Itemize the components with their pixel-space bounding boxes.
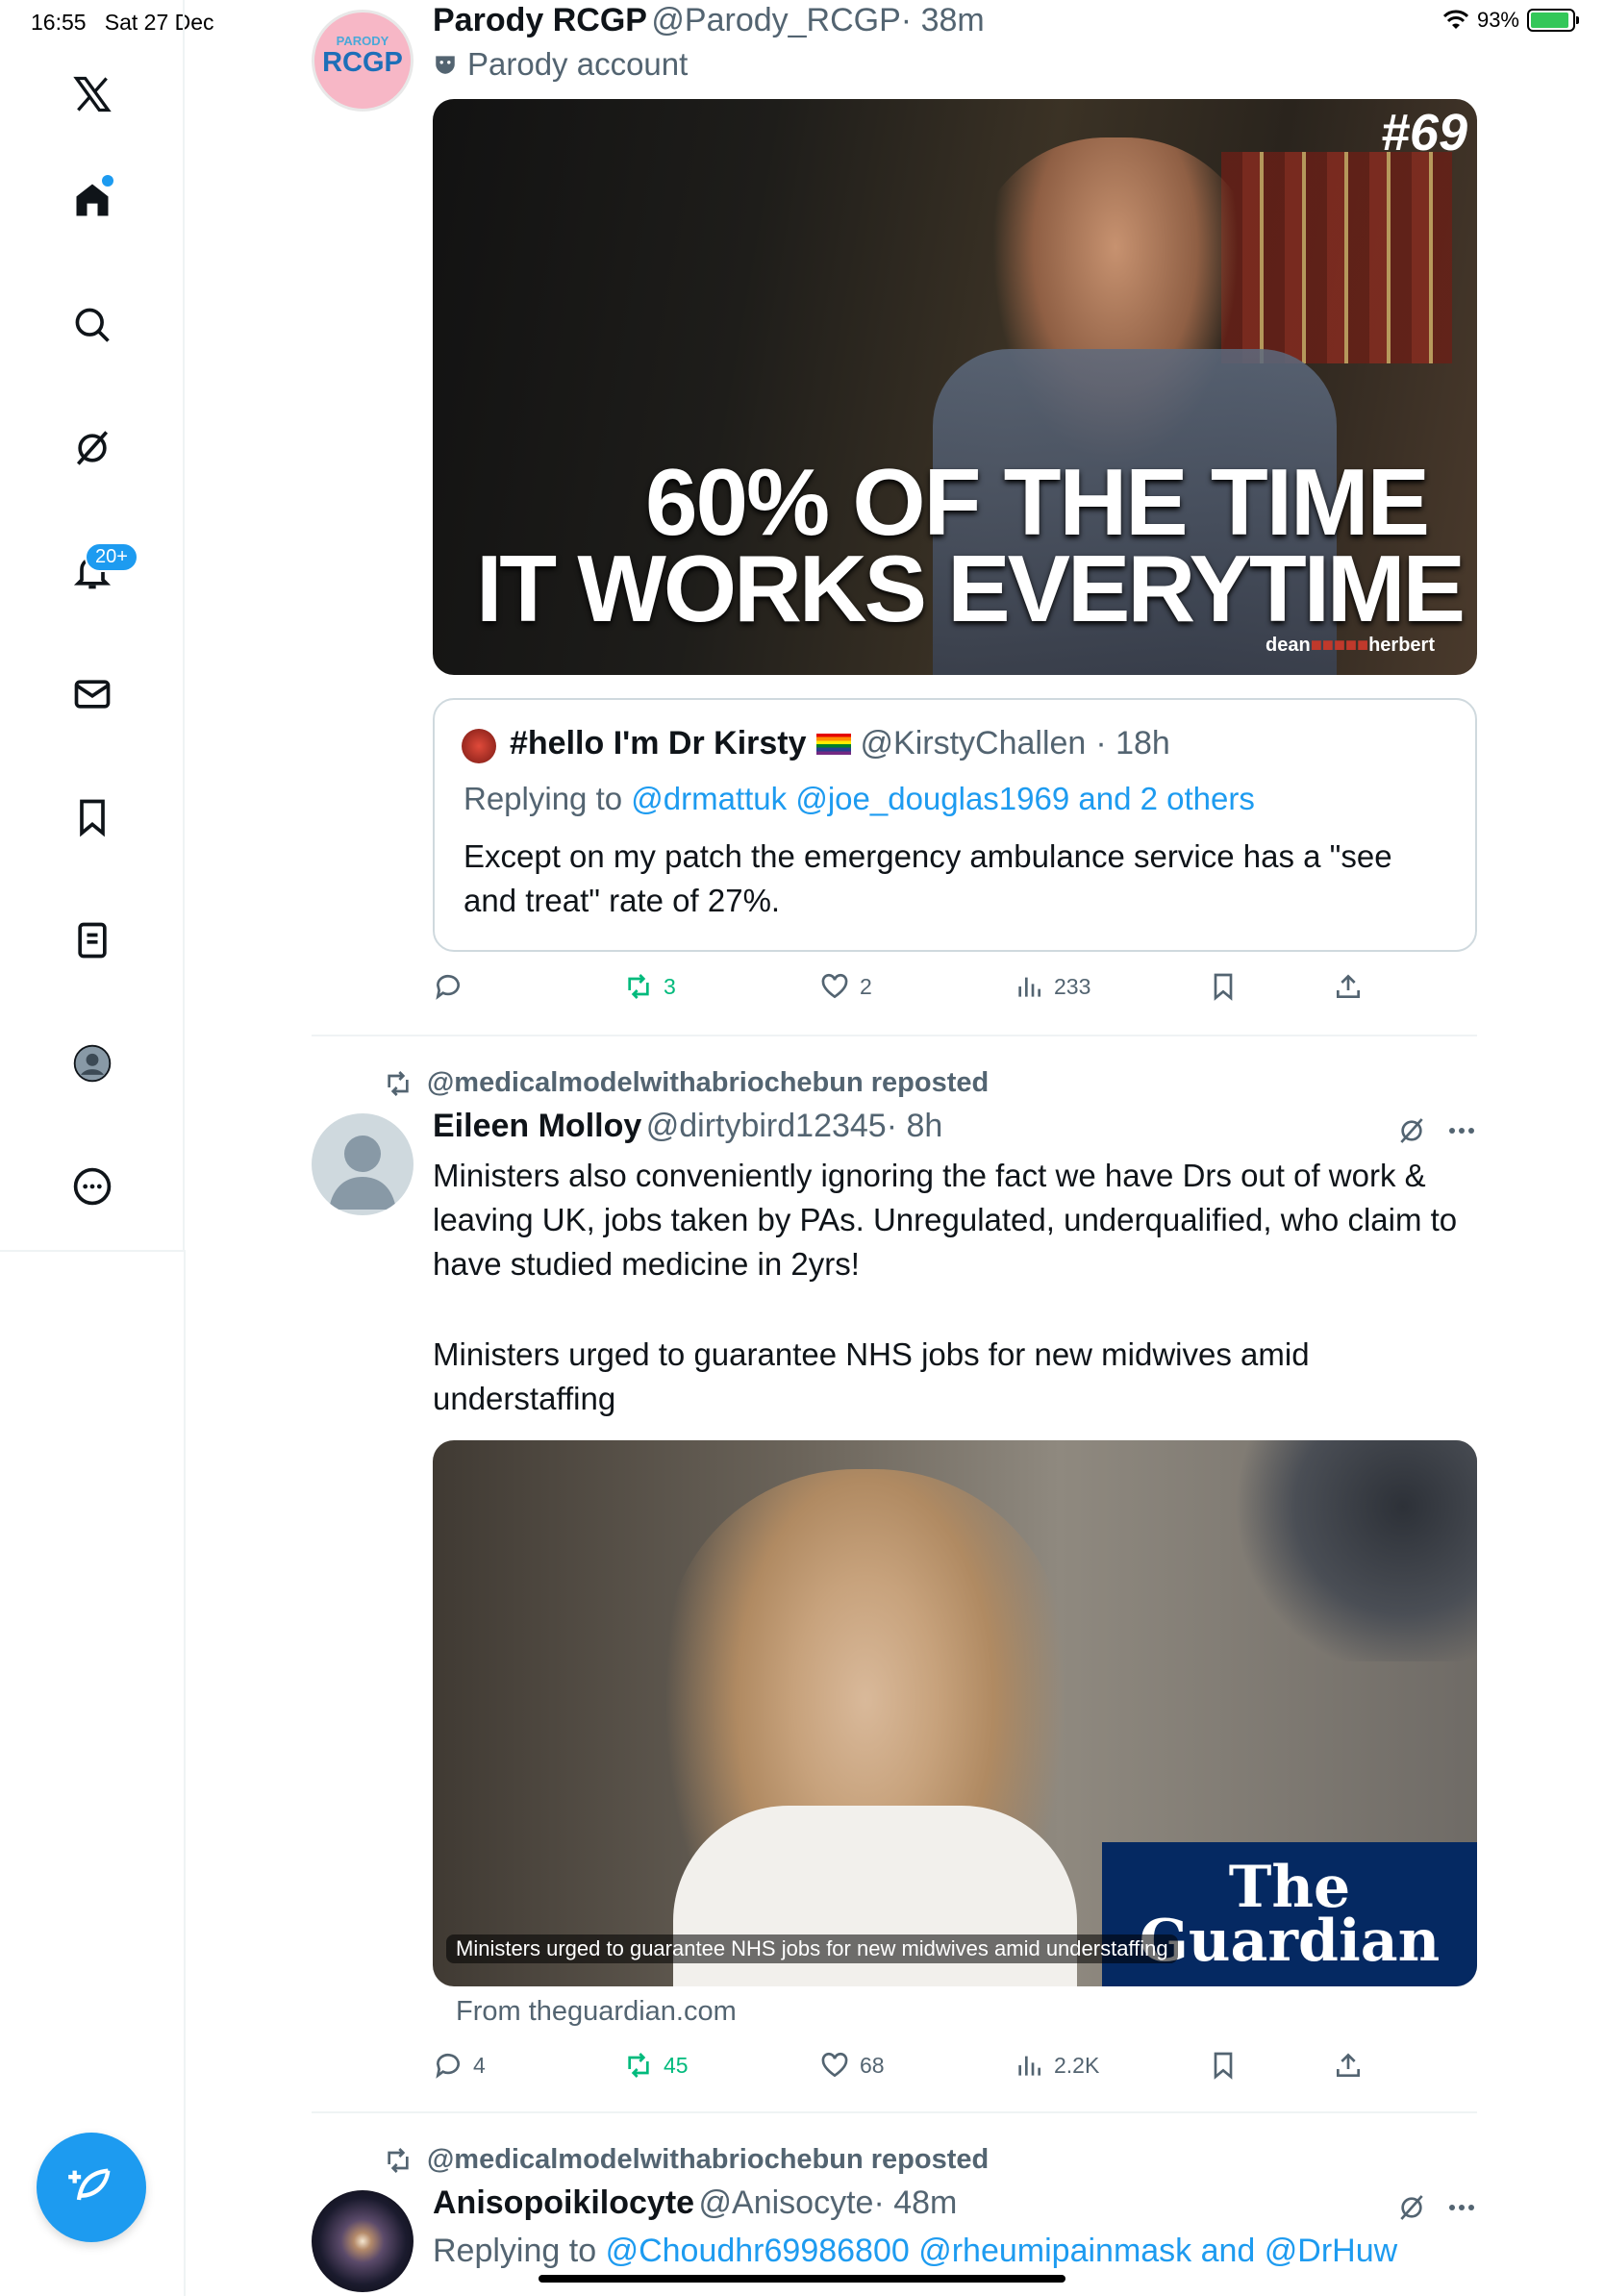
reply-bubble-icon [436,2053,460,2079]
tweet2-text: Ministers also conveniently ignoring the… [433,1158,1458,1282]
bookmark-icon [1214,2052,1233,2080]
like-button[interactable]: 68 [819,2050,885,2081]
quoted-replying-handles[interactable]: @drmattuk @joe_douglas1969 and 2 others [631,781,1255,816]
guardian-link-card[interactable]: The Guardian Ministers urged to guarante… [433,1440,1477,1986]
like-button[interactable]: 2 [819,971,872,1002]
meme-credit: dean■■■■■herbert [1266,635,1435,656]
share-button[interactable] [1333,971,1364,1002]
sidebar-border [184,1250,186,2296]
quoted-tweet[interactable]: #hello I'm Dr Kirsty @KirstyChallen · 18h… [433,698,1477,952]
tweet2-repost-context: @medicalmodelwithabriochebun reposted [383,1067,989,1099]
tweet2-time[interactable]: · 8h [887,1108,943,1144]
views-bar-icon [1018,2056,1040,2076]
quoted-replying-to: Replying to @drmattuk @joe_douglas1969 a… [464,781,1255,816]
anisopoikilocyte-avatar[interactable] [312,2190,414,2292]
background-clock [1221,1440,1477,1661]
kirsty-avatar[interactable] [462,729,496,763]
compose-feather-icon [68,2168,111,2201]
quoted-author-handle[interactable]: @KirstyChallen [861,725,1087,762]
repost-context-icon [388,1070,409,1096]
tweet3-author-handle[interactable]: @Anisocyte [699,2184,874,2221]
tweet3-author-name[interactable]: Anisopoikilocyte [433,2184,694,2221]
tweet1-meme-image[interactable]: #69 60% OF THE TIME IT WORKS EVERYTIME d… [433,99,1477,675]
more-options-icon[interactable] [67,1161,117,1211]
bookmarks-icon[interactable] [67,792,117,842]
reply-button[interactable]: 4 [433,2050,486,2081]
repost-context-icon [388,2147,409,2173]
meme-line2: IT WORKS EVERYTIME [476,536,1466,641]
heart-icon [821,2052,848,2078]
views-bar-icon [1018,977,1040,997]
battery-icon [1527,9,1579,32]
reply-button[interactable] [433,971,473,1002]
tweet3-replying-to: Replying to @Choudhr69986800 @rheumipain… [433,2233,1398,2269]
guardian-logo: The Guardian [1102,1842,1477,1986]
share-upload-icon [1337,974,1360,998]
repost-icon [628,2053,649,2078]
grok-explain-icon[interactable] [1396,2192,1427,2223]
tweet1-author-name[interactable]: Parody RCGP [433,2,647,38]
parody-rcgp-avatar[interactable]: PARODY RCGP [312,10,414,112]
grok-explain-icon[interactable] [1396,1115,1427,1146]
heart-icon [821,973,848,999]
tweet-divider [312,1035,1477,1036]
profile-avatar-icon[interactable] [67,1038,117,1088]
compose-post-button[interactable] [37,2133,146,2242]
views-button[interactable]: 2.2K [1014,2050,1099,2081]
repost-icon [628,974,649,999]
bookmark-button[interactable] [1208,971,1239,1002]
more-dots-icon[interactable] [1446,1121,1477,1140]
search-icon[interactable] [67,300,117,350]
status-indicators: 93% [1442,8,1579,33]
sidebar-divider [0,1250,185,1252]
avatar-rcgp-text: RCGP [322,47,403,78]
tweet3-replying-handles[interactable]: @Choudhr69986800 @rheumipainmask and @Dr… [606,2233,1398,2269]
x-logo-icon[interactable] [67,69,117,119]
tweet1-header: Parody RCGP @Parody_RCGP· 38m [433,2,985,39]
tweet2-headline-text: Ministers urged to guarantee NHS jobs fo… [433,1336,1310,1416]
wifi-icon [1442,10,1469,29]
tweet1-author-handle[interactable]: @Parody_RCGP [651,2,900,38]
tweet3-header: Anisopoikilocyte @Anisocyte· 48m [433,2184,957,2222]
parody-mask-icon [436,56,455,74]
quoted-author-name[interactable]: #hello I'm Dr Kirsty [510,725,807,762]
tweet2-author-name[interactable]: Eileen Molloy [433,1108,641,1144]
tweet3-repost-context: @medicalmodelwithabriochebun reposted [383,2144,989,2176]
reply-bubble-icon [436,974,460,1000]
notifications-badge: 20+ [85,542,138,572]
repost-button[interactable]: 45 [623,2050,689,2081]
quoted-text: Except on my patch the emergency ambulan… [464,838,1392,918]
card-source[interactable]: From theguardian.com [456,1996,737,2028]
share-button[interactable] [1333,2050,1364,2081]
tweet1-actions: 3 2 233 [433,971,1394,1010]
tweet1-time[interactable]: · 38m [901,2,985,38]
card-caption: Ministers urged to guarantee NHS jobs fo… [446,1934,1178,1963]
grok-icon[interactable] [67,423,117,473]
tweet-divider [312,2111,1477,2113]
home-unread-dot [102,175,113,187]
bookmark-button[interactable] [1208,2050,1239,2081]
share-upload-icon [1337,2053,1360,2077]
eileen-avatar[interactable] [312,1113,414,1215]
avatar-parody-text: PARODY [336,34,389,48]
bookmark-icon [1214,973,1233,1001]
home-indicator[interactable] [539,2275,1065,2283]
quoted-header: #hello I'm Dr Kirsty @KirstyChallen · 18h [510,725,1170,762]
lists-icon[interactable] [67,915,117,965]
more-dots-icon[interactable] [1446,2198,1477,2217]
messages-envelope-icon[interactable] [67,669,117,719]
tweet3-time[interactable]: · 48m [873,2184,957,2221]
meme-number: #69 [1380,104,1467,162]
views-button[interactable]: 233 [1014,971,1090,1002]
repost-button[interactable]: 3 [623,971,676,1002]
tweet2-actions: 4 45 68 2.2K [433,2050,1394,2088]
rainbow-flag-icon [815,733,851,755]
tweet2-header: Eileen Molloy @dirtybird12345· 8h [433,1108,942,1145]
tweet2-author-handle[interactable]: @dirtybird12345 [646,1108,887,1144]
quoted-time[interactable]: · 18h [1095,725,1170,762]
parody-label: Parody account [433,46,688,83]
battery-percent: 93% [1476,8,1519,32]
